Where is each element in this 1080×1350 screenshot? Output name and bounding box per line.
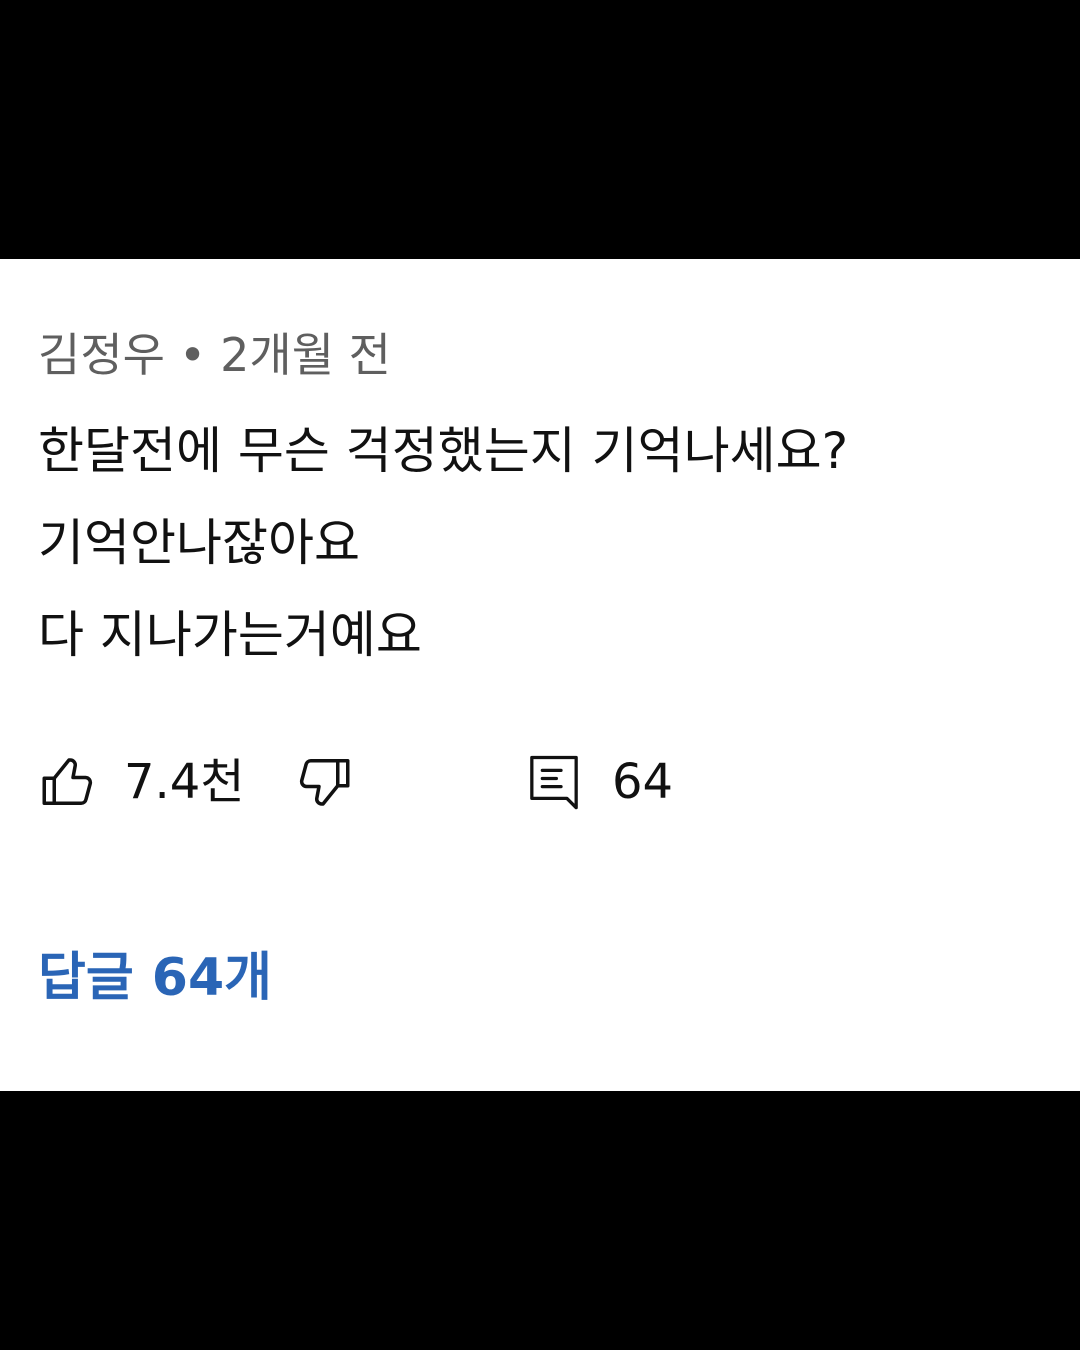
comment-line: 다 지나가는거예요 (38, 606, 422, 664)
comment-icon (526, 751, 582, 813)
thumbs-down-icon (294, 752, 354, 812)
view-replies-link[interactable]: 답글 64개 (38, 943, 272, 1013)
reply-button[interactable]: 64 (526, 747, 673, 817)
comment-line: 기억안나잖아요 (38, 514, 360, 572)
author-name[interactable]: 김정우 (38, 328, 165, 382)
comment-text: 한달전에 무슨 걱정했는지 기억나세요? 기억안나잖아요 다 지나가는거예요 (38, 405, 1048, 681)
thumbs-up-icon (38, 752, 98, 812)
screenshot-frame: 김정우 • 2개월 전 한달전에 무슨 걱정했는지 기억나세요? 기억안나잖아요 다… (0, 0, 1080, 1350)
like-button[interactable]: 7.4천 (38, 747, 245, 817)
meta-separator: • (178, 328, 207, 382)
like-count: 7.4천 (124, 754, 245, 810)
comment-meta: 김정우 • 2개월 전 (38, 325, 391, 385)
comment-actions: 7.4천 64 (38, 747, 1038, 817)
comment-card: 김정우 • 2개월 전 한달전에 무슨 걱정했는지 기억나세요? 기억안나잖아요 다… (0, 259, 1080, 1091)
comment-time: 2개월 전 (220, 328, 391, 382)
comment-line: 한달전에 무슨 걱정했는지 기억나세요? (38, 422, 849, 480)
reply-count: 64 (612, 754, 674, 810)
dislike-button[interactable] (294, 747, 354, 817)
